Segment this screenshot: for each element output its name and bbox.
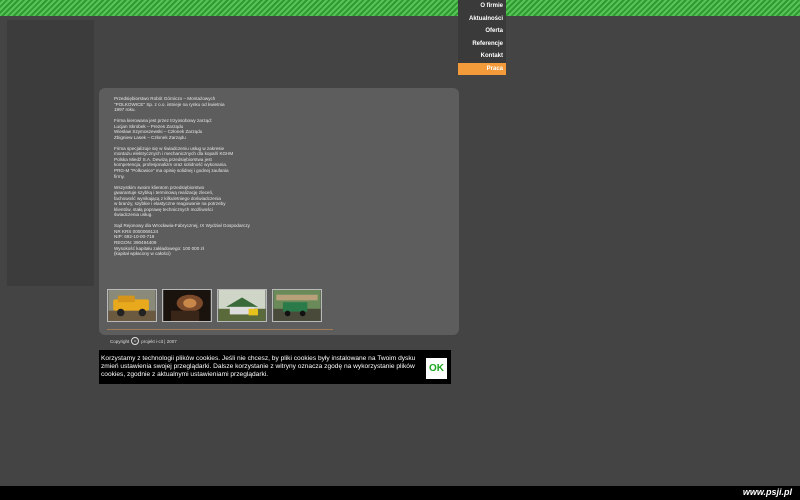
cookie-ok-button[interactable]: OK — [426, 358, 447, 379]
nav-item-o-firmie[interactable]: O firmie — [458, 0, 506, 13]
about-management: Firma kierowana jest przez trzyosobowy z… — [114, 118, 213, 140]
green-truck-image — [273, 290, 321, 321]
underground-tunnel-image — [163, 290, 211, 321]
about-guarantees: Wszystkim swoim klientom przedsiębiorstw… — [114, 184, 226, 218]
panel-divider — [107, 329, 333, 330]
thumbnail-construction[interactable] — [217, 289, 267, 322]
about-company-text: Przedsiębiorstwo Robót Górniczo – Montaż… — [114, 96, 274, 262]
copyright-prefix: Copyright — [110, 338, 130, 344]
sidebar-panel — [7, 20, 94, 286]
thumbnail-green-truck[interactable] — [272, 289, 322, 322]
about-registration: Sąd Rejonowy dla Wrocławia-Fabrycznej, I… — [114, 223, 250, 257]
nav-item-oferta[interactable]: Oferta — [458, 25, 506, 38]
nav-item-praca[interactable]: Praca — [458, 62, 506, 75]
yellow-mining-vehicle-image — [108, 290, 156, 321]
copyright-line: Copyright c projekt i-cit | 2007 — [110, 337, 177, 345]
top-stripe-banner — [0, 0, 800, 16]
thumbnail-yellow-vehicle[interactable] — [107, 289, 157, 322]
thumbnail-tunnel[interactable] — [162, 289, 212, 322]
about-specialization: Firma specjalizuje się w świadczeniu usł… — [114, 145, 234, 179]
nav-item-aktualnosci[interactable]: Aktualności — [458, 12, 506, 25]
content-panel: Przedsiębiorstwo Robót Górniczo – Montaż… — [99, 88, 459, 335]
main-nav: O firmie Aktualności Oferta Referencje K… — [458, 0, 506, 75]
nav-item-kontakt[interactable]: Kontakt — [458, 50, 506, 63]
nav-item-referencje[interactable]: Referencje — [458, 37, 506, 50]
footer-brand-link[interactable]: www.psji.pl — [743, 487, 792, 497]
cookie-consent-bar: Korzystamy z technologii plików cookies.… — [99, 350, 451, 384]
copyright-suffix: projekt i-cit | 2007 — [141, 338, 177, 344]
copyright-icon: c — [131, 337, 140, 345]
construction-site-image — [218, 290, 266, 321]
about-intro: Przedsiębiorstwo Robót Górniczo – Montaż… — [114, 96, 225, 113]
cookie-consent-text: Korzystamy z technologii plików cookies.… — [101, 355, 416, 378]
footer-bar: www.psji.pl — [0, 486, 800, 500]
